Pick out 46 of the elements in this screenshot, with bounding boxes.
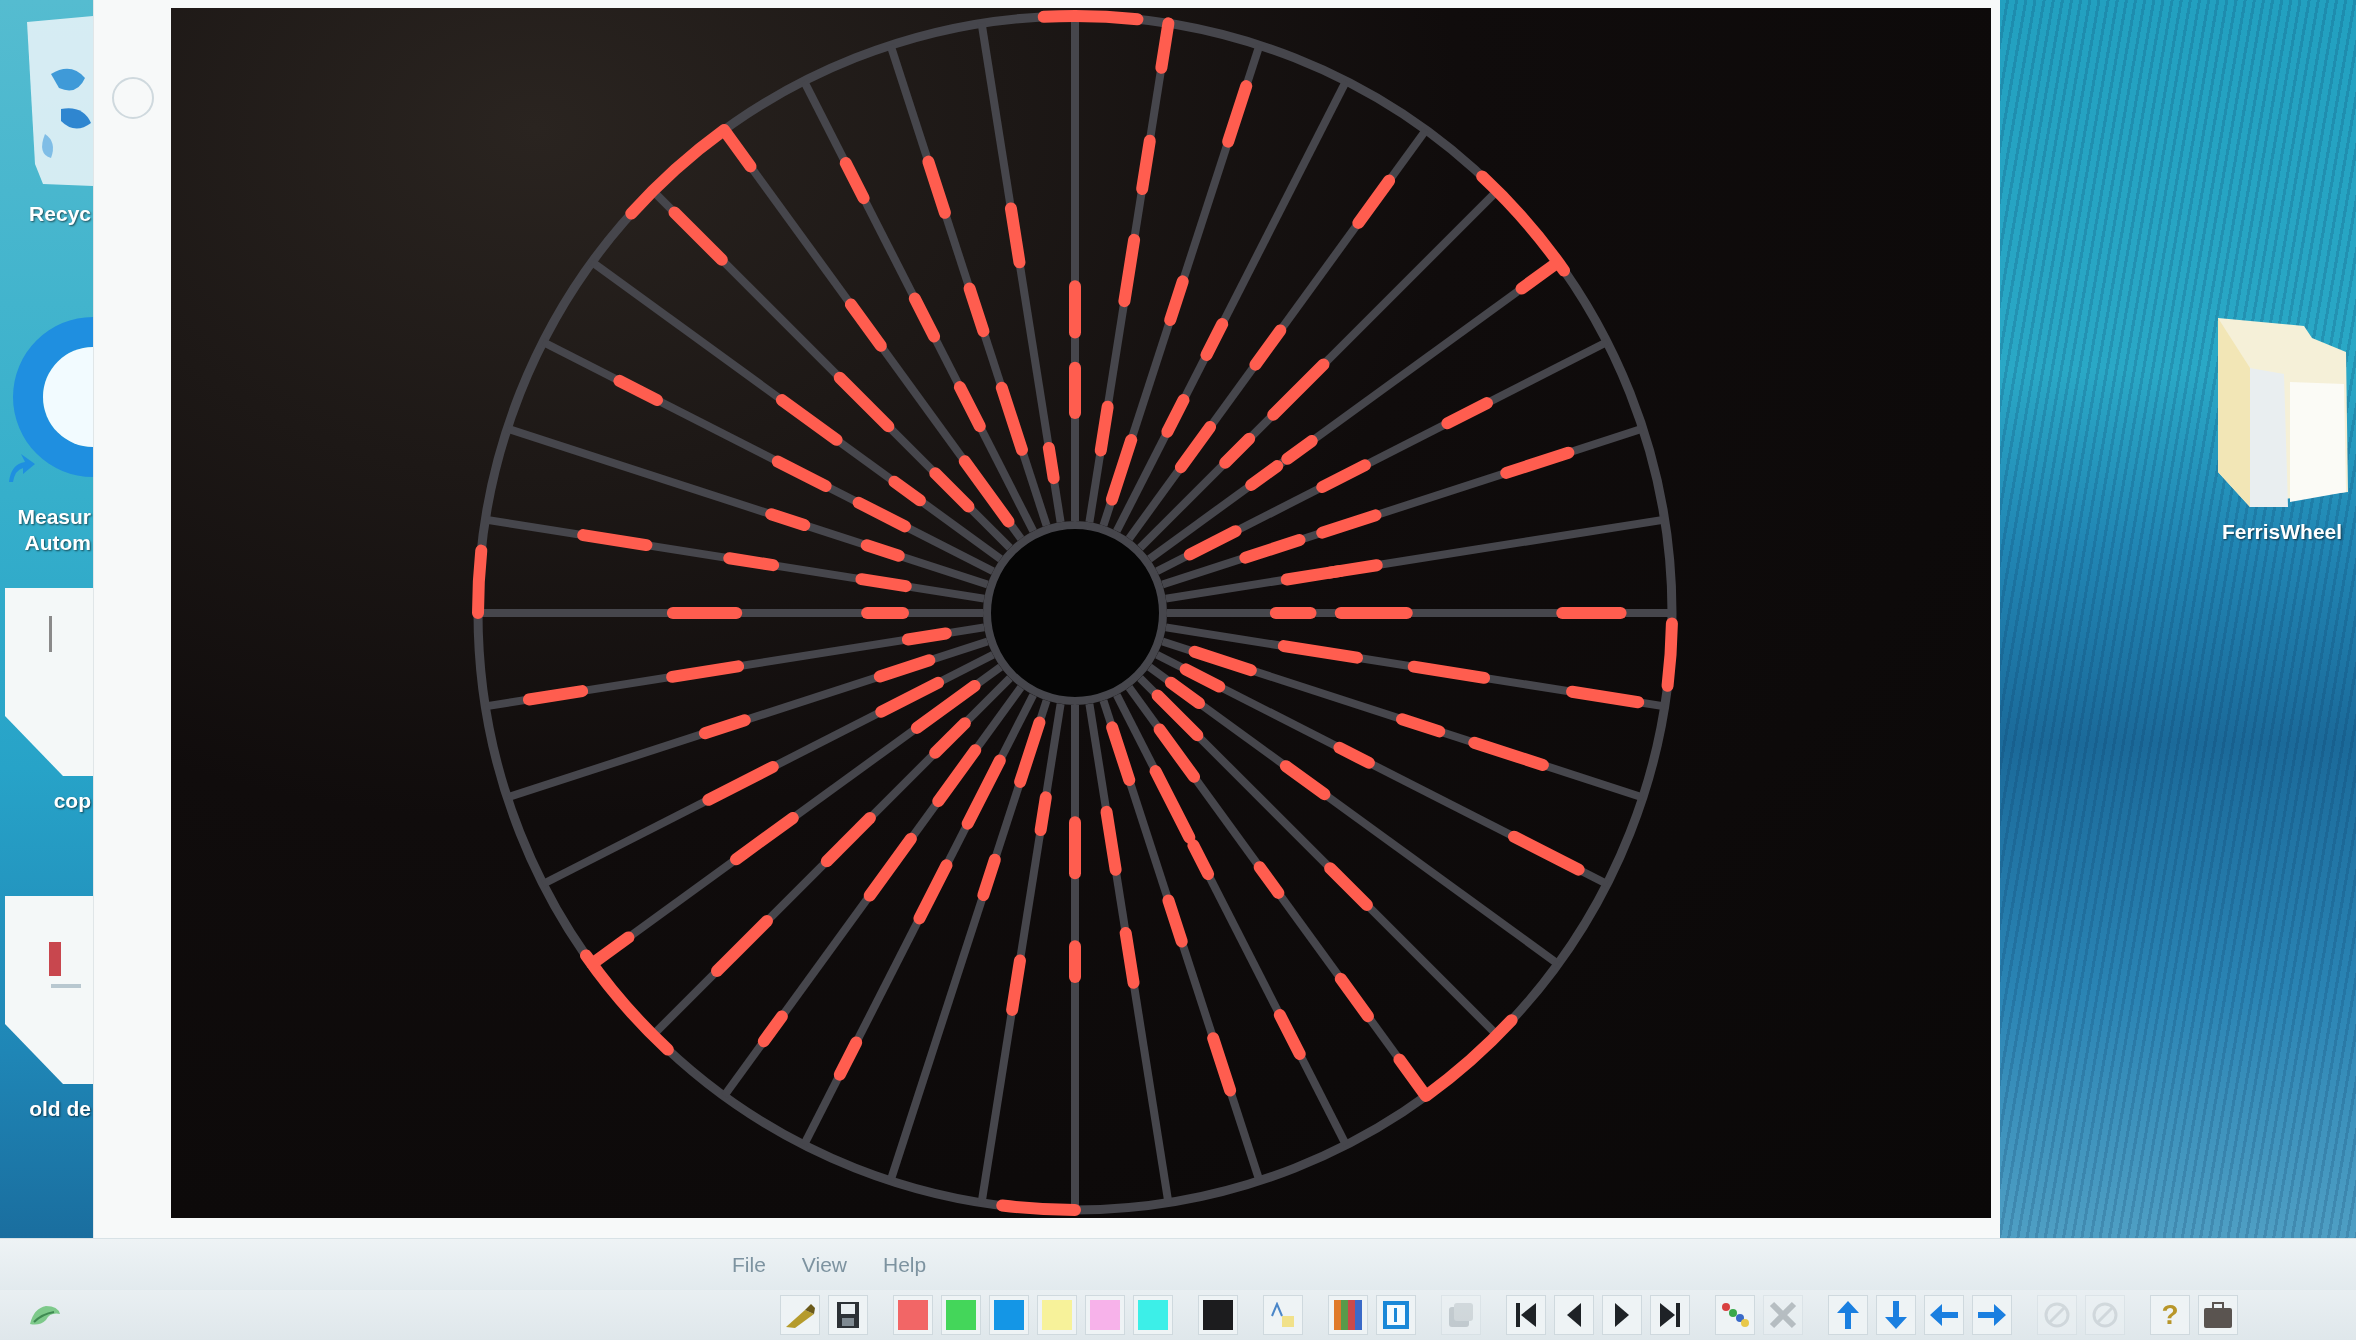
down-button[interactable]: [1876, 1295, 1916, 1335]
color-bars-icon: [1334, 1300, 1362, 1330]
menu-item[interactable]: Help: [883, 1252, 927, 1277]
icon-label: FerrisWheel: [2221, 519, 2343, 545]
icon-label: cop: [52, 788, 92, 814]
next-button[interactable]: [1602, 1295, 1642, 1335]
leaf-icon[interactable]: [28, 1304, 62, 1326]
arrow-left-icon: [1930, 1304, 1958, 1326]
menu-item[interactable]: File: [732, 1252, 766, 1277]
case-button[interactable]: [2198, 1295, 2238, 1335]
help-button[interactable]: ?: [2150, 1295, 2190, 1335]
dots-button[interactable]: [1715, 1295, 1755, 1335]
arrow-right-icon: [1978, 1304, 2006, 1326]
previous-button[interactable]: [1554, 1295, 1594, 1335]
cross-icon: [1769, 1301, 1797, 1329]
circle-slash-icon: [2091, 1301, 2119, 1329]
frame-icon: [1382, 1300, 1410, 1330]
ring-icon: [110, 76, 155, 120]
briefcase-icon: [2203, 1302, 2233, 1328]
menu-item[interactable]: View: [801, 1252, 847, 1277]
icon-label: Recyc: [28, 201, 92, 227]
triangle-right-icon: [1615, 1303, 1629, 1327]
triangle-left-icon: [1567, 1303, 1581, 1327]
document-icon[interactable]: [3, 586, 93, 776]
up-button[interactable]: [1828, 1295, 1868, 1335]
shapes-button[interactable]: [1263, 1295, 1303, 1335]
document-icon[interactable]: [3, 894, 93, 1084]
skip-start-icon: [1516, 1303, 1536, 1327]
pencil-button[interactable]: [780, 1295, 820, 1335]
circle-slash-icon: [2043, 1301, 2071, 1329]
arrow-up-icon: [1837, 1301, 1859, 1329]
icon-label: Measur Autom: [16, 504, 92, 556]
dots-icon: [1721, 1302, 1749, 1328]
save-button[interactable]: [828, 1295, 868, 1335]
skip-end-icon: [1660, 1303, 1680, 1327]
left-button[interactable]: [1924, 1295, 1964, 1335]
triangle-square-icon: [1270, 1302, 1296, 1328]
first-button[interactable]: [1506, 1295, 1546, 1335]
frame-button[interactable]: [1376, 1295, 1416, 1335]
right-button[interactable]: [1972, 1295, 2012, 1335]
color-bars-button[interactable]: [1328, 1295, 1368, 1335]
pencil-icon: [785, 1302, 815, 1328]
stack-icon: [1447, 1301, 1475, 1329]
last-button[interactable]: [1650, 1295, 1690, 1335]
arrow-down-icon: [1885, 1301, 1907, 1329]
icon-label: old de: [28, 1096, 92, 1122]
